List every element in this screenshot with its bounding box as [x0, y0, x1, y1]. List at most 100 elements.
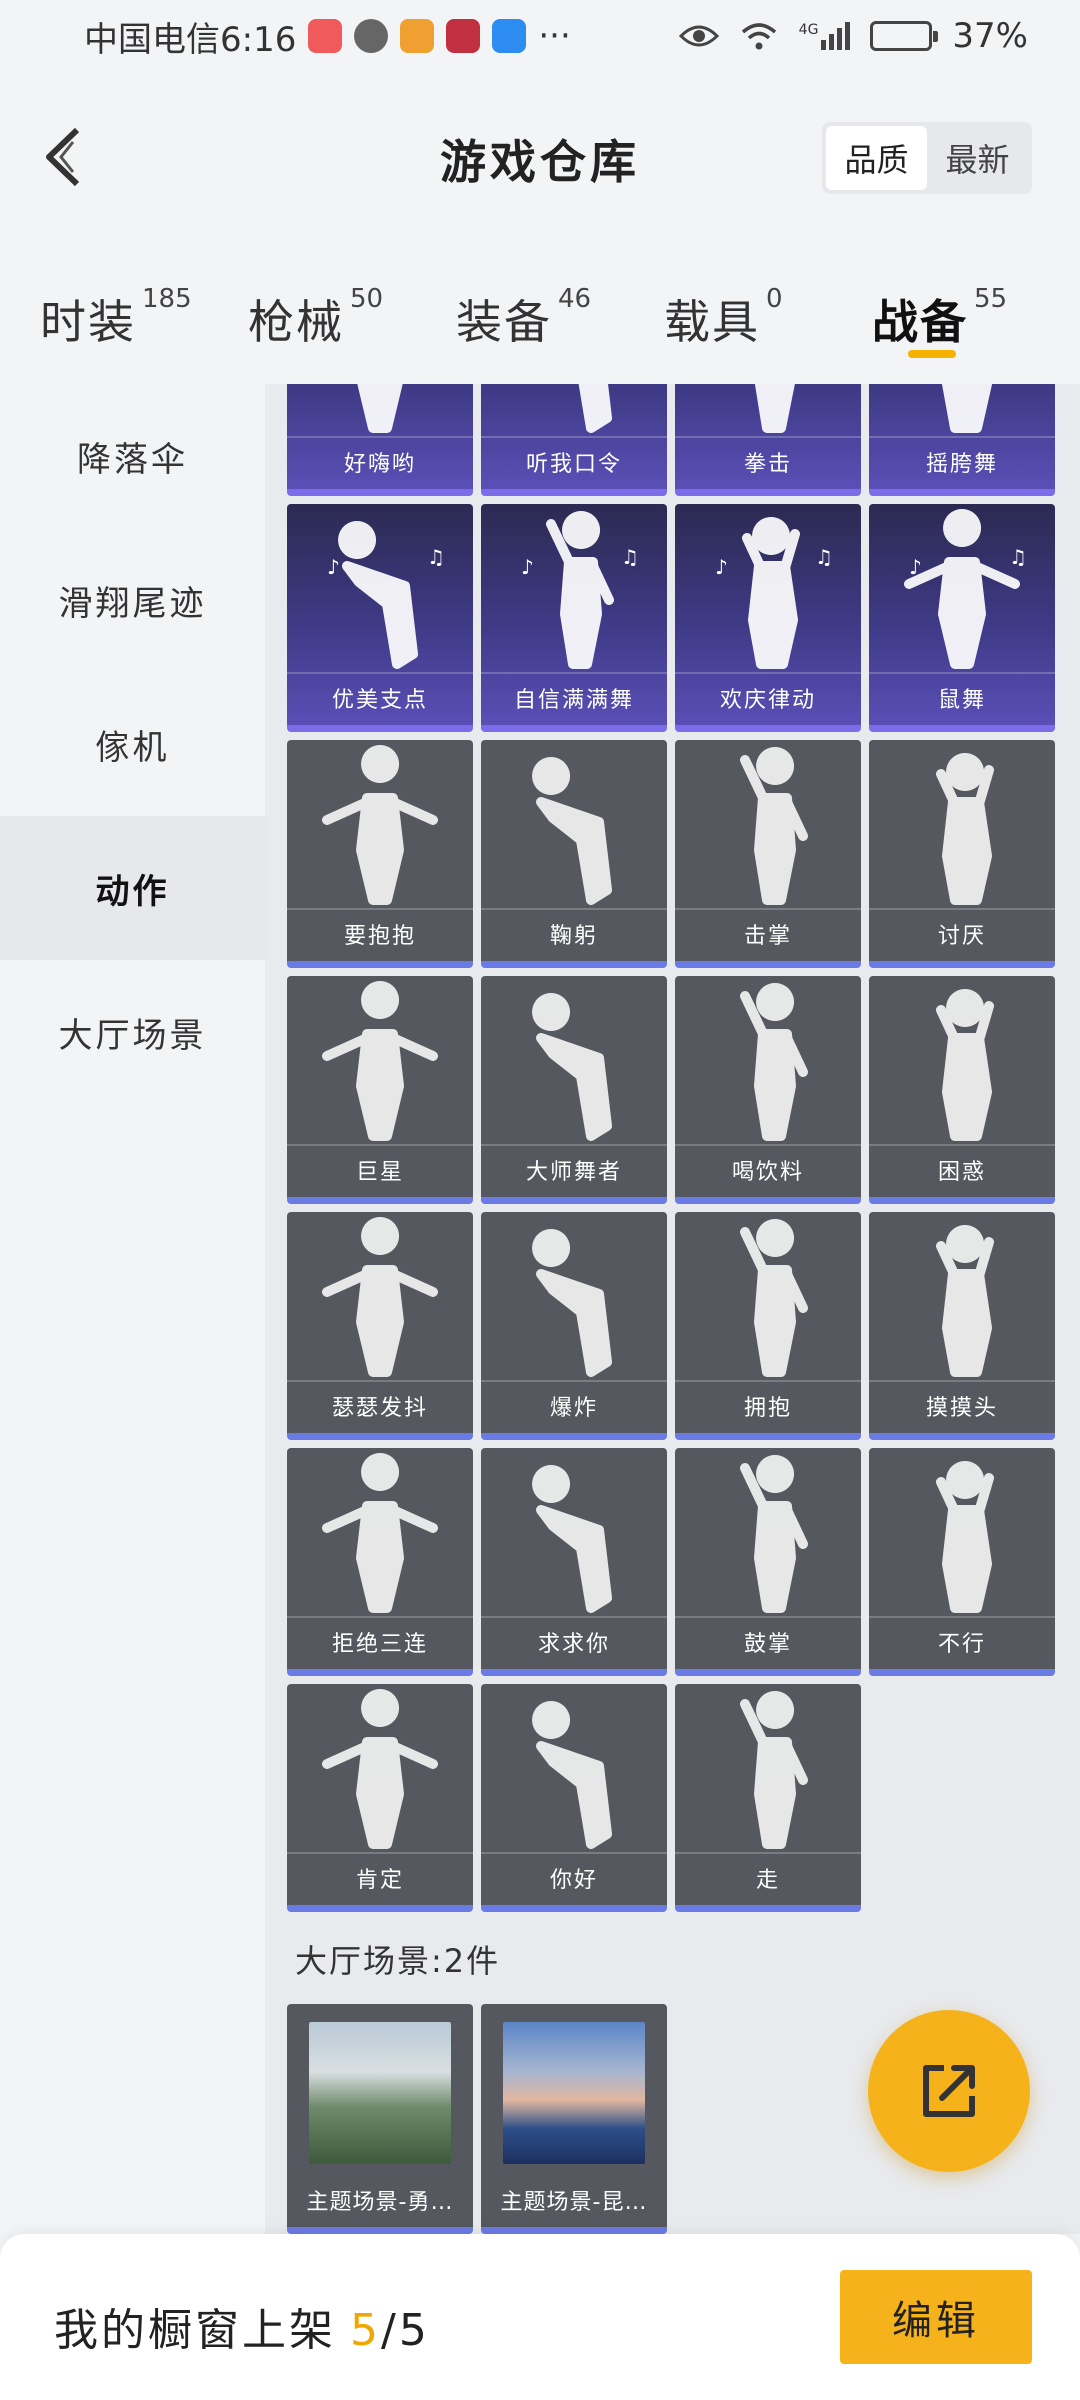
emote-card[interactable]: ♪♫ 听我口令: [481, 384, 667, 496]
sort-quality-button[interactable]: 品质: [826, 126, 927, 190]
emote-figure-icon: [532, 1465, 612, 1613]
emote-card[interactable]: 爆炸: [481, 1212, 667, 1440]
emote-card[interactable]: 大师舞者: [481, 976, 667, 1204]
svg-text:♪: ♪: [521, 555, 534, 579]
card-divider: [287, 672, 473, 674]
tab-vehicles[interactable]: 载具 0: [664, 244, 872, 384]
battery-percent: 37%: [952, 16, 1028, 56]
emote-card[interactable]: 摸摸头: [869, 1212, 1055, 1440]
emote-name: 讨厌: [937, 924, 986, 949]
emote-card[interactable]: ♪♫ 摇胯舞: [869, 384, 1055, 496]
card-divider: [675, 1616, 861, 1618]
emote-name: 好嗨哟: [343, 452, 416, 477]
emote-card[interactable]: ♪ ♫ 自信满满舞: [481, 504, 667, 732]
shelf-label: 我的橱窗上架: [54, 2305, 336, 2356]
card-divider: [287, 908, 473, 910]
emote-figure-icon: [740, 747, 808, 905]
emote-name: 拒绝三连: [331, 1632, 428, 1657]
tab-equipment[interactable]: 装备 46: [456, 244, 664, 384]
emote-card[interactable]: 鼓掌: [675, 1448, 861, 1676]
emote-card[interactable]: 拒绝三连: [287, 1448, 473, 1676]
emote-card[interactable]: 喝饮料: [675, 976, 861, 1204]
share-floating-button[interactable]: [868, 2010, 1030, 2172]
emote-card[interactable]: 求求你: [481, 1448, 667, 1676]
emote-card[interactable]: 困惑: [869, 976, 1055, 1204]
tab-firearms[interactable]: 枪械 50: [248, 244, 456, 384]
emote-card[interactable]: ♪ ♫ 欢庆律动: [675, 504, 861, 732]
card-divider: [869, 1380, 1055, 1382]
scene-name: 主题场景-勇…: [306, 2190, 454, 2215]
card-divider: [869, 908, 1055, 910]
card-divider: [481, 672, 667, 674]
card-divider: [287, 436, 473, 438]
sort-newest-button[interactable]: 最新: [927, 126, 1028, 190]
emote-name: 鞠躬: [549, 924, 598, 949]
emote-card[interactable]: 肯定: [287, 1684, 473, 1912]
emote-card[interactable]: 讨厌: [869, 740, 1055, 968]
emote-card[interactable]: ♪♫ 好嗨哟: [287, 384, 473, 496]
emote-name: 你好: [549, 1868, 598, 1893]
sidebar-item-emotes[interactable]: 动作: [0, 816, 265, 960]
tab-fashion[interactable]: 时装 185: [40, 244, 248, 384]
card-divider: [287, 1144, 473, 1146]
emote-card[interactable]: ♪♫ 拳击: [675, 384, 861, 496]
emote-card[interactable]: ♪ ♫ 优美支点: [287, 504, 473, 732]
svg-text:♫: ♫: [427, 545, 445, 569]
emote-grid-partial-row: ♪♫ 好嗨哟 ♪♫ 听我口令 ♪♫ 拳击 ♪♫ 摇胯舞: [287, 384, 1067, 496]
emote-figure-icon: [740, 1691, 808, 1849]
card-divider: [675, 672, 861, 674]
item-grid-area[interactable]: ♪♫好嗨哟♪♫听我口令♪♫拳击♪♫摇胯舞 ♪♫优美支点♪♫自信满满舞♪♫欢庆律动…: [265, 384, 1080, 2234]
emote-card[interactable]: 击掌: [675, 740, 861, 968]
sidebar-item-plane[interactable]: 傢机: [0, 672, 265, 816]
shelf-status: 我的橱窗上架 5 /5: [54, 2294, 430, 2358]
emote-figure-icon: ♪♫: [942, 384, 992, 433]
card-divider: [675, 1144, 861, 1146]
emote-figure-icon: ♪♫: [578, 384, 612, 433]
sort-toggle: 品质 最新: [822, 122, 1032, 194]
tab-war-prep[interactable]: 战备 55: [872, 244, 1080, 384]
shelf-total: /5: [381, 2305, 430, 2356]
shelf-count: 5: [350, 2305, 381, 2356]
emote-card[interactable]: ♪ ♫ 鼠舞: [869, 504, 1055, 732]
sidebar-item-lobby-scene[interactable]: 大厅场景: [0, 960, 265, 1104]
emote-figure-icon: [936, 1461, 994, 1613]
scene-card[interactable]: 主题场景-昆…: [481, 2004, 667, 2234]
emote-figure-icon: [740, 983, 808, 1141]
sidebar-item-glide-trail[interactable]: 滑翔尾迹: [0, 528, 265, 672]
emote-card[interactable]: 拥抱: [675, 1212, 861, 1440]
scene-card[interactable]: 主题场景-勇…: [287, 2004, 473, 2234]
emote-card[interactable]: 不行: [869, 1448, 1055, 1676]
emote-card[interactable]: 瑟瑟发抖: [287, 1212, 473, 1440]
signal-icon: 4G: [799, 22, 851, 50]
edit-button[interactable]: 编辑: [840, 2270, 1032, 2364]
sidebar-item-parachute[interactable]: 降落伞: [0, 384, 265, 528]
emote-name: 鼠舞: [937, 688, 986, 713]
emote-name: 求求你: [537, 1632, 610, 1657]
emote-card[interactable]: 走: [675, 1684, 861, 1912]
tab-label: 载具: [664, 295, 760, 349]
battery-icon: [870, 21, 939, 51]
tab-count: 0: [766, 284, 783, 314]
emote-card[interactable]: 要抱抱: [287, 740, 473, 968]
emote-grid: 要抱抱 鞠躬 击掌 讨厌巨星 大师舞者 喝饮料 困惑瑟瑟发抖 爆炸 拥抱 摸摸头拒绝三连 求求你 鼓掌…: [287, 740, 1067, 1912]
network-type: 4G: [798, 22, 819, 38]
emote-card[interactable]: 你好: [481, 1684, 667, 1912]
card-divider: [481, 1380, 667, 1382]
emote-figure-icon: [740, 1455, 808, 1613]
emote-name: 摇胯舞: [925, 452, 998, 477]
emote-name: 困惑: [937, 1160, 986, 1185]
category-tabs: 时装 185 枪械 50 装备 46 载具 0 战备 55: [0, 244, 1080, 384]
emote-card[interactable]: 鞠躬: [481, 740, 667, 968]
card-divider: [869, 1144, 1055, 1146]
emote-name: 爆炸: [549, 1396, 598, 1421]
tab-label: 战备: [872, 295, 968, 349]
emote-name: 拳击: [743, 452, 792, 477]
emote-figure-icon: [322, 745, 438, 905]
audio-app-icon: [354, 19, 389, 53]
shopping-app-icon: [308, 19, 343, 53]
emote-card[interactable]: 巨星: [287, 976, 473, 1204]
emote-name: 拥抱: [743, 1396, 792, 1421]
emote-figure-icon: ♪♫: [904, 509, 1027, 669]
emote-figure-icon: [322, 1689, 438, 1849]
emote-figure-icon: [532, 993, 612, 1141]
